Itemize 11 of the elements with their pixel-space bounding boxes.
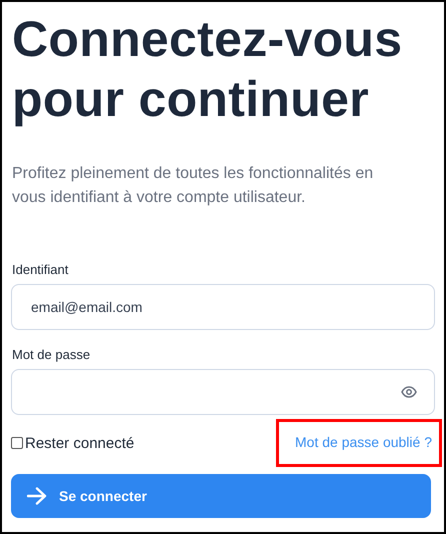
login-button[interactable]: Se connecter — [11, 474, 431, 518]
field-label: Mot de passe — [12, 347, 92, 362]
eye-icon[interactable] — [401, 386, 417, 398]
page-title: Connectez-vous pour continuer — [12, 10, 404, 129]
input-field[interactable]: email@email.com — [11, 284, 435, 330]
subtitle-text: Profitez pleinement de toutes les fonctionnalités en vous identifiant à votre compte utilisateur. — [12, 164, 374, 208]
checkbox-label[interactable]: Rester connecté — [25, 434, 134, 452]
arrow-right-icon — [27, 487, 47, 505]
checkbox[interactable] — [11, 437, 23, 449]
input-field[interactable] — [11, 369, 435, 415]
field-label: Identifiant — [12, 262, 70, 277]
